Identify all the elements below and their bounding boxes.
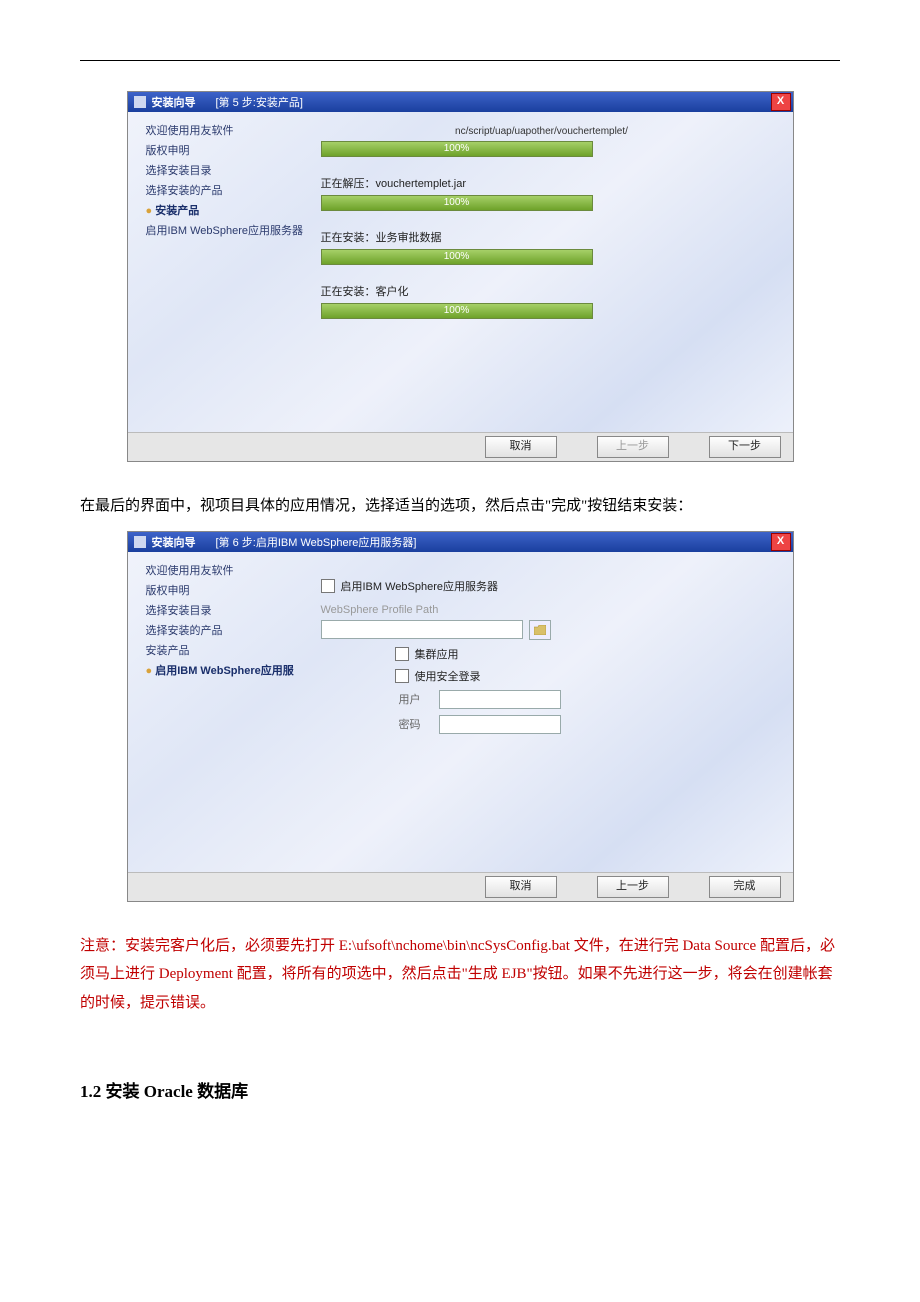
screenshot-step5: 安装向导 [第 5 步:安装产品] X 欢迎使用用友软件 版权申明 选择安装目录…: [127, 91, 794, 462]
user-input[interactable]: [439, 690, 561, 709]
sidebar-item: 选择安装目录: [146, 602, 301, 618]
titlebar: 安装向导 [第 5 步:安装产品] X: [128, 92, 793, 112]
prev-button[interactable]: 上一步: [597, 436, 669, 458]
checkbox-label: 使用安全登录: [415, 668, 481, 684]
window-subtitle: [第 5 步:安装产品]: [216, 94, 303, 110]
paragraph: 在最后的界面中，视项目具体的应用情况，选择适当的选项，然后点击"完成"按钮结束安…: [80, 492, 840, 521]
sidebar-item: 安装产品: [146, 642, 301, 658]
progress-pct: 100%: [444, 251, 470, 262]
close-icon[interactable]: X: [771, 533, 791, 551]
prev-button[interactable]: 上一步: [597, 876, 669, 898]
close-icon[interactable]: X: [771, 93, 791, 111]
sidebar-item: 选择安装的产品: [146, 622, 301, 638]
window-title: 安装向导: [152, 94, 196, 110]
sidebar-item-current: 启用IBM WebSphere应用服: [146, 662, 301, 678]
user-label: 用户: [361, 691, 421, 707]
sidebar-item: 启用IBM WebSphere应用服务器: [146, 222, 301, 238]
sidebar-item-current: 安装产品: [146, 202, 301, 218]
progress-label: 正在解压：vouchertemplet.jar: [321, 175, 763, 191]
checkbox-label: 集群应用: [415, 646, 459, 662]
sidebar: 欢迎使用用友软件 版权申明 选择安装目录 选择安装的产品 安装产品 启用IBM …: [128, 112, 301, 432]
progress-bar: 100%: [321, 195, 593, 211]
folder-icon: [534, 625, 546, 635]
sidebar-item: 版权申明: [146, 582, 301, 598]
warning-paragraph: 注意：安装完客户化后，必须要先打开 E:\ufsoft\nchome\bin\n…: [80, 932, 840, 1018]
titlebar: 安装向导 [第 6 步:启用IBM WebSphere应用服务器] X: [128, 532, 793, 552]
wizard-footer: 取消 上一步 下一步: [128, 432, 793, 461]
window-title: 安装向导: [152, 534, 196, 550]
progress-label: 正在安装：客户化: [321, 283, 763, 299]
progress-label: 正在安装：业务审批数据: [321, 229, 763, 245]
progress-bar: 100%: [321, 303, 593, 319]
checkbox-enable-websphere[interactable]: [321, 579, 335, 593]
app-icon: [134, 536, 146, 548]
cancel-button[interactable]: 取消: [485, 876, 557, 898]
sidebar: 欢迎使用用友软件 版权申明 选择安装目录 选择安装的产品 安装产品 启用IBM …: [128, 552, 301, 872]
checkbox-secure-login[interactable]: [395, 669, 409, 683]
field-label: WebSphere Profile Path: [321, 604, 763, 616]
page-rule: [80, 60, 840, 61]
main-panel: 启用IBM WebSphere应用服务器 WebSphere Profile P…: [301, 552, 793, 872]
sidebar-item: 版权申明: [146, 142, 301, 158]
sidebar-item: 选择安装的产品: [146, 182, 301, 198]
sidebar-item: 欢迎使用用友软件: [146, 122, 301, 138]
password-input[interactable]: [439, 715, 561, 734]
section-heading: 1.2 安装 Oracle 数据库: [80, 1077, 840, 1102]
progress-pct: 100%: [444, 143, 470, 154]
finish-button[interactable]: 完成: [709, 876, 781, 898]
screenshot-step6: 安装向导 [第 6 步:启用IBM WebSphere应用服务器] X 欢迎使用…: [127, 531, 794, 902]
checkbox-cluster[interactable]: [395, 647, 409, 661]
wizard-footer: 取消 上一步 完成: [128, 872, 793, 901]
progress-pct: 100%: [444, 197, 470, 208]
app-icon: [134, 96, 146, 108]
sidebar-item: 欢迎使用用友软件: [146, 562, 301, 578]
progress-bar: 100%: [321, 141, 593, 157]
password-label: 密码: [361, 716, 421, 732]
websphere-path-input[interactable]: [321, 620, 523, 639]
progress-bar: 100%: [321, 249, 593, 265]
next-button[interactable]: 下一步: [709, 436, 781, 458]
checkbox-label: 启用IBM WebSphere应用服务器: [341, 578, 499, 594]
cancel-button[interactable]: 取消: [485, 436, 557, 458]
install-path: nc/script/uap/uapother/vouchertemplet/: [321, 126, 763, 137]
main-panel: nc/script/uap/uapother/vouchertemplet/ 1…: [301, 112, 793, 432]
progress-pct: 100%: [444, 305, 470, 316]
sidebar-item: 选择安装目录: [146, 162, 301, 178]
browse-button[interactable]: [529, 620, 551, 640]
window-subtitle: [第 6 步:启用IBM WebSphere应用服务器]: [216, 534, 417, 550]
